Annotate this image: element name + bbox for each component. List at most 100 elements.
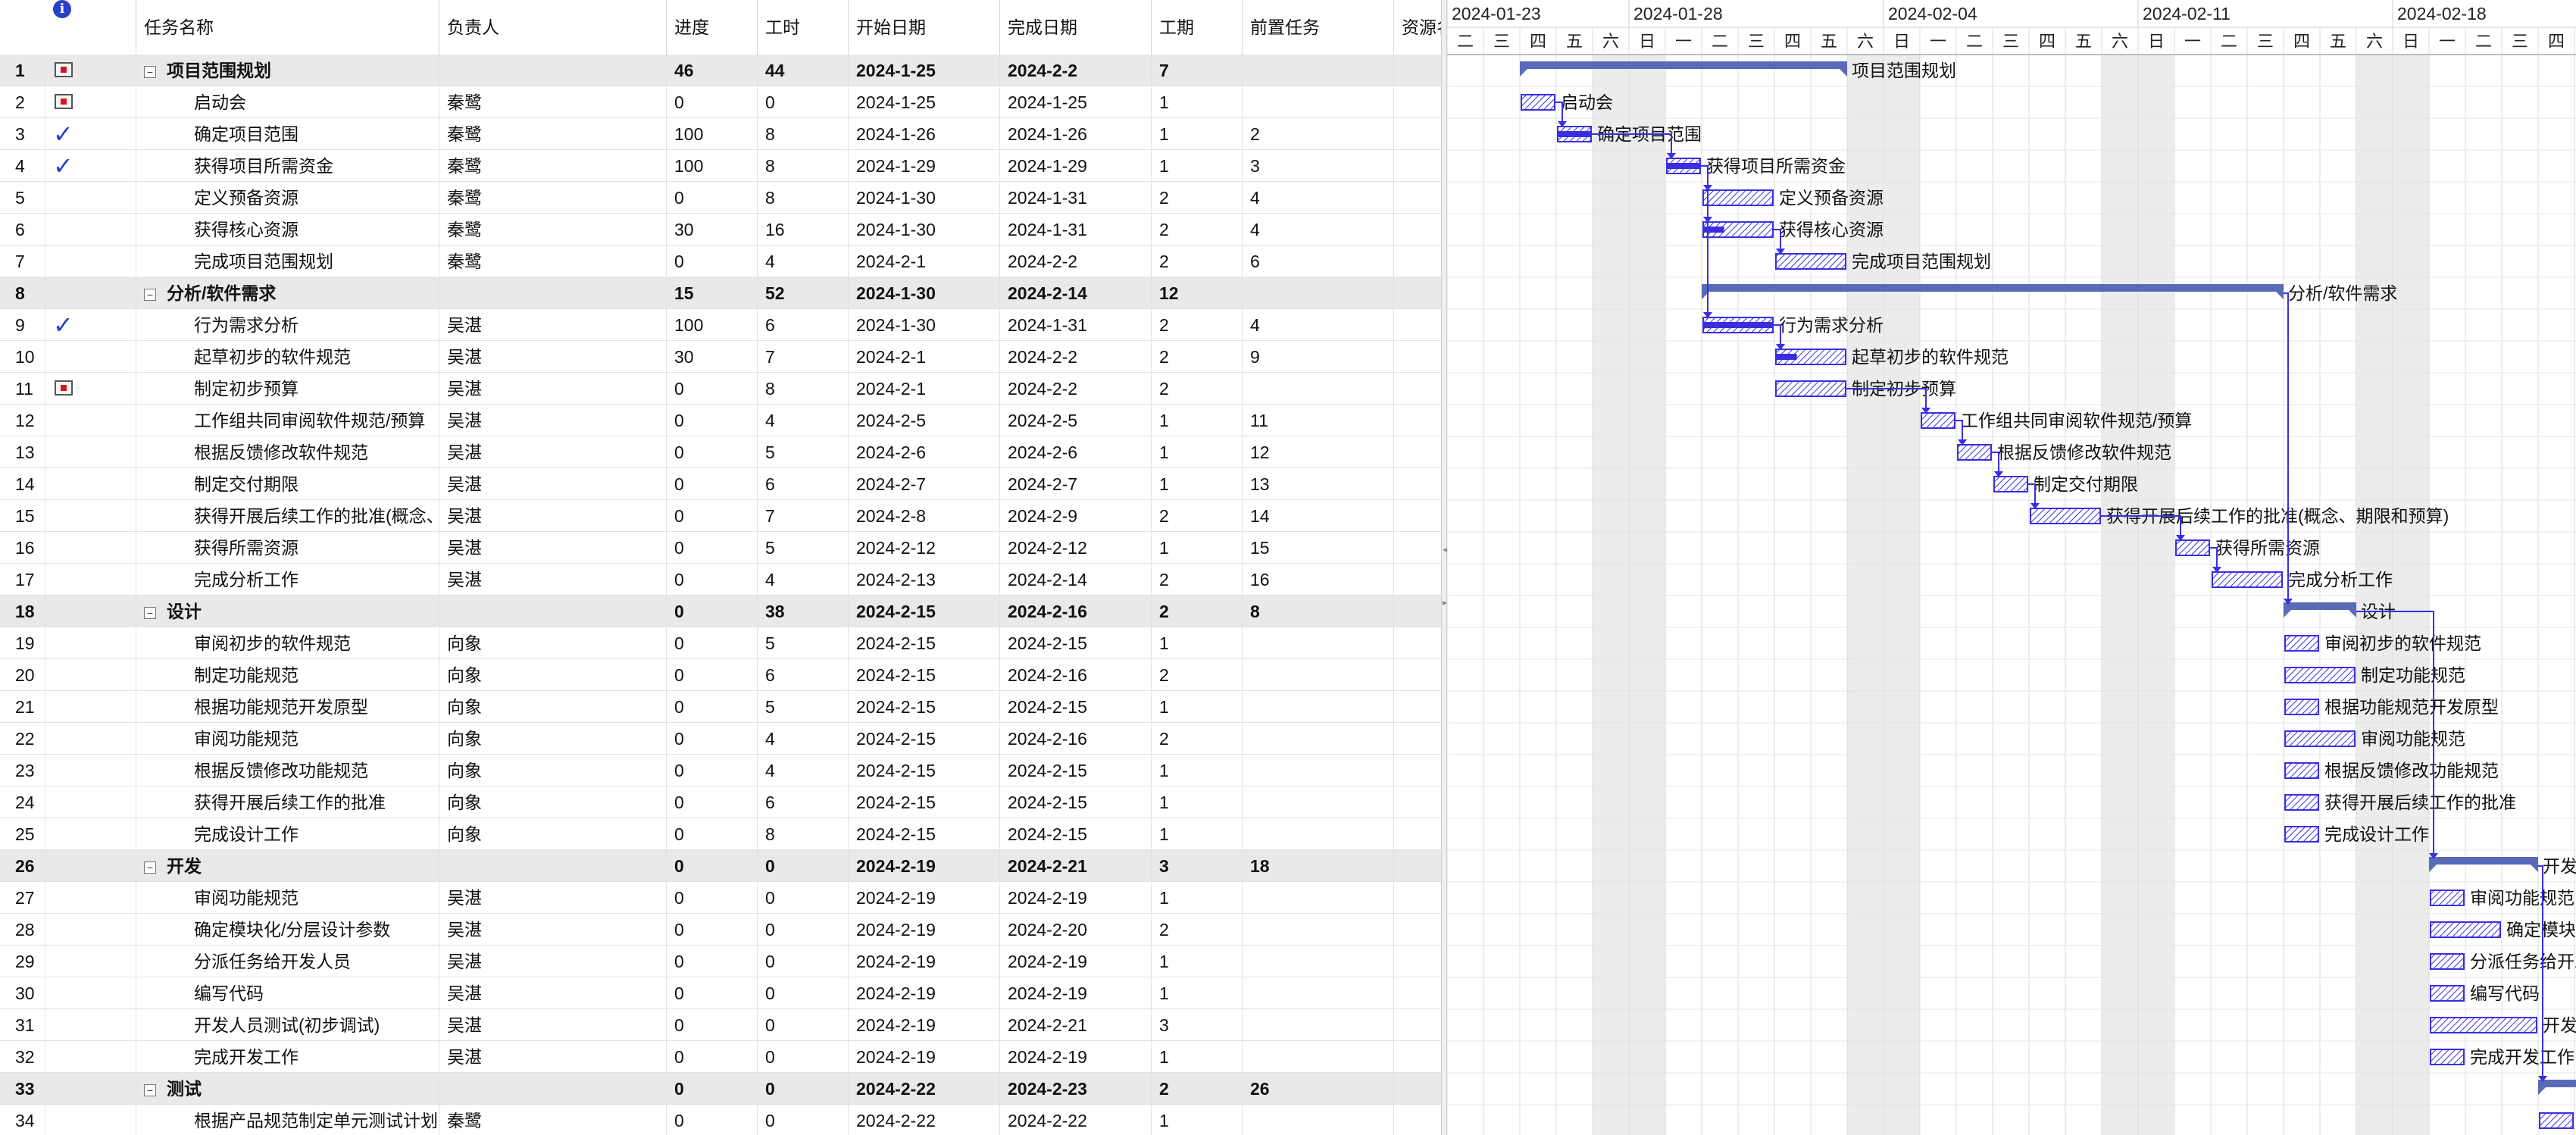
cell-start[interactable]: 2024-2-15 (849, 755, 1000, 786)
task-grid[interactable]: i 任务名称 负责人 进度 工时 开始日期 完成日期 工期 前置任务 资源名称 … (0, 0, 1441, 1135)
cell-finish[interactable]: 2024-2-20 (1000, 914, 1152, 946)
task-row[interactable]: 16 获得所需资源 吴湛 0 5 2024-2-12 2024-2-12 1 15 (0, 532, 1441, 564)
task-row[interactable]: 25 完成设计工作 向象 0 8 2024-2-15 2024-2-15 1 (0, 818, 1441, 850)
cell-duration[interactable]: 1 (1152, 755, 1243, 786)
cell-duration[interactable]: 2 (1152, 373, 1243, 405)
task-row[interactable]: 27 审阅功能规范 吴湛 0 0 2024-2-19 2024-2-19 1 (0, 882, 1441, 914)
cell-task-name[interactable]: 完成分析工作 (136, 564, 439, 596)
cell-duration[interactable]: 1 (1152, 691, 1243, 723)
cell-start[interactable]: 2024-1-30 (849, 182, 1000, 214)
collapse-icon[interactable]: − (144, 288, 156, 301)
cell-finish[interactable]: 2024-2-15 (1000, 691, 1152, 723)
cell-task-name[interactable]: 根据产品规范制定单元测试计划 (136, 1105, 439, 1135)
cell-progress[interactable]: 0 (667, 468, 758, 500)
cell-owner[interactable]: 吴湛 (439, 946, 667, 977)
cell-start[interactable]: 2024-2-15 (849, 786, 1000, 818)
cell-finish[interactable]: 2024-2-2 (1000, 55, 1152, 86)
task-row[interactable]: 34 根据产品规范制定单元测试计划 秦鹭 0 0 2024-2-22 2024-2-22 1 (0, 1105, 1441, 1135)
cell-work[interactable]: 0 (758, 1009, 849, 1041)
cell-progress[interactable]: 0 (667, 946, 758, 977)
cell-start[interactable]: 2024-2-19 (849, 914, 1000, 946)
cell-duration[interactable]: 2 (1152, 309, 1243, 341)
cell-task-name[interactable]: 获得开展后续工作的批准 (136, 786, 439, 818)
task-row[interactable]: 11 制定初步预算 吴湛 0 8 2024-2-1 2024-2-2 2 (0, 373, 1441, 405)
cell-owner[interactable]: 向象 (439, 691, 667, 723)
cell-resources[interactable] (1394, 277, 1441, 309)
cell-resources[interactable] (1394, 1041, 1441, 1073)
cell-work[interactable]: 38 (758, 596, 849, 627)
cell-work[interactable]: 0 (758, 1073, 849, 1105)
cell-finish[interactable]: 2024-2-21 (1000, 850, 1152, 882)
cell-predecessors[interactable] (1243, 1105, 1394, 1135)
cell-start[interactable]: 2024-2-8 (849, 500, 1000, 532)
cell-resources[interactable] (1394, 86, 1441, 118)
cell-start[interactable]: 2024-1-29 (849, 150, 1000, 182)
cell-resources[interactable] (1394, 532, 1441, 564)
col-header-owner[interactable]: 负责人 (439, 0, 667, 55)
cell-work[interactable]: 6 (758, 468, 849, 500)
cell-resources[interactable] (1394, 596, 1441, 627)
cell-resources[interactable] (1394, 436, 1441, 468)
cell-owner[interactable]: 吴湛 (439, 405, 667, 436)
cell-duration[interactable]: 2 (1152, 564, 1243, 596)
cell-owner[interactable]: 向象 (439, 786, 667, 818)
cell-resources[interactable] (1394, 182, 1441, 214)
cell-duration[interactable]: 2 (1152, 596, 1243, 627)
cell-work[interactable]: 6 (758, 786, 849, 818)
cell-finish[interactable]: 2024-2-12 (1000, 532, 1152, 564)
cell-task-name[interactable]: − 项目范围规划 (136, 55, 439, 86)
cell-start[interactable]: 2024-2-22 (849, 1073, 1000, 1105)
cell-progress[interactable]: 100 (667, 118, 758, 150)
cell-predecessors[interactable] (1243, 723, 1394, 755)
cell-progress[interactable]: 0 (667, 436, 758, 468)
cell-predecessors[interactable] (1243, 627, 1394, 659)
cell-duration[interactable]: 2 (1152, 245, 1243, 277)
cell-owner[interactable]: 吴湛 (439, 436, 667, 468)
cell-progress[interactable]: 0 (667, 691, 758, 723)
cell-finish[interactable]: 2024-1-31 (1000, 182, 1152, 214)
task-row[interactable]: 7 完成项目范围规划 秦鹭 0 4 2024-2-1 2024-2-2 2 6 (0, 245, 1441, 277)
cell-predecessors[interactable]: 8 (1243, 596, 1394, 627)
cell-work[interactable]: 0 (758, 1041, 849, 1073)
cell-resources[interactable] (1394, 723, 1441, 755)
cell-task-name[interactable]: 获得核心资源 (136, 214, 439, 245)
cell-resources[interactable] (1394, 373, 1441, 405)
cell-owner[interactable]: 向象 (439, 627, 667, 659)
cell-work[interactable]: 5 (758, 436, 849, 468)
cell-predecessors[interactable] (1243, 55, 1394, 86)
task-row[interactable]: 15 获得开展后续工作的批准(概念、期限和预算)吴湛072024-2-82024-… (0, 500, 1441, 532)
cell-duration[interactable]: 1 (1152, 818, 1243, 850)
cell-task-name[interactable]: − 测试 (136, 1073, 439, 1105)
cell-duration[interactable]: 1 (1152, 946, 1243, 977)
cell-start[interactable]: 2024-2-5 (849, 405, 1000, 436)
task-row[interactable]: 6 获得核心资源 秦鹭 30 16 2024-1-30 2024-1-31 2 4 (0, 214, 1441, 245)
cell-work[interactable]: 6 (758, 659, 849, 691)
cell-work[interactable]: 0 (758, 850, 849, 882)
cell-start[interactable]: 2024-2-15 (849, 659, 1000, 691)
cell-start[interactable]: 2024-2-15 (849, 627, 1000, 659)
summary-task-row[interactable]: 1 − 项目范围规划 46 44 2024-1-25 2024-2-2 7 (0, 55, 1441, 86)
cell-predecessors[interactable] (1243, 1009, 1394, 1041)
cell-task-name[interactable]: 工作组共同审阅软件规范/预算 (136, 405, 439, 436)
cell-resources[interactable] (1394, 755, 1441, 786)
cell-predecessors[interactable]: 15 (1243, 532, 1394, 564)
cell-work[interactable]: 0 (758, 882, 849, 914)
task-row[interactable]: 30 编写代码 吴湛 0 0 2024-2-19 2024-2-19 1 (0, 977, 1441, 1009)
task-row[interactable]: 22 审阅功能规范 向象 0 4 2024-2-15 2024-2-16 2 (0, 723, 1441, 755)
cell-finish[interactable]: 2024-1-25 (1000, 86, 1152, 118)
cell-work[interactable]: 0 (758, 86, 849, 118)
cell-progress[interactable]: 0 (667, 596, 758, 627)
cell-task-name[interactable]: 完成项目范围规划 (136, 245, 439, 277)
cell-task-name[interactable]: 确定项目范围 (136, 118, 439, 150)
cell-predecessors[interactable]: 16 (1243, 564, 1394, 596)
task-row[interactable]: 14 制定交付期限 吴湛 0 6 2024-2-7 2024-2-7 1 13 (0, 468, 1441, 500)
cell-start[interactable]: 2024-2-1 (849, 341, 1000, 373)
cell-start[interactable]: 2024-2-1 (849, 373, 1000, 405)
cell-work[interactable]: 16 (758, 214, 849, 245)
cell-progress[interactable]: 100 (667, 150, 758, 182)
collapse-icon[interactable]: − (144, 861, 156, 874)
cell-progress[interactable]: 0 (667, 86, 758, 118)
cell-work[interactable]: 5 (758, 691, 849, 723)
cell-progress[interactable]: 0 (667, 659, 758, 691)
cell-work[interactable]: 44 (758, 55, 849, 86)
